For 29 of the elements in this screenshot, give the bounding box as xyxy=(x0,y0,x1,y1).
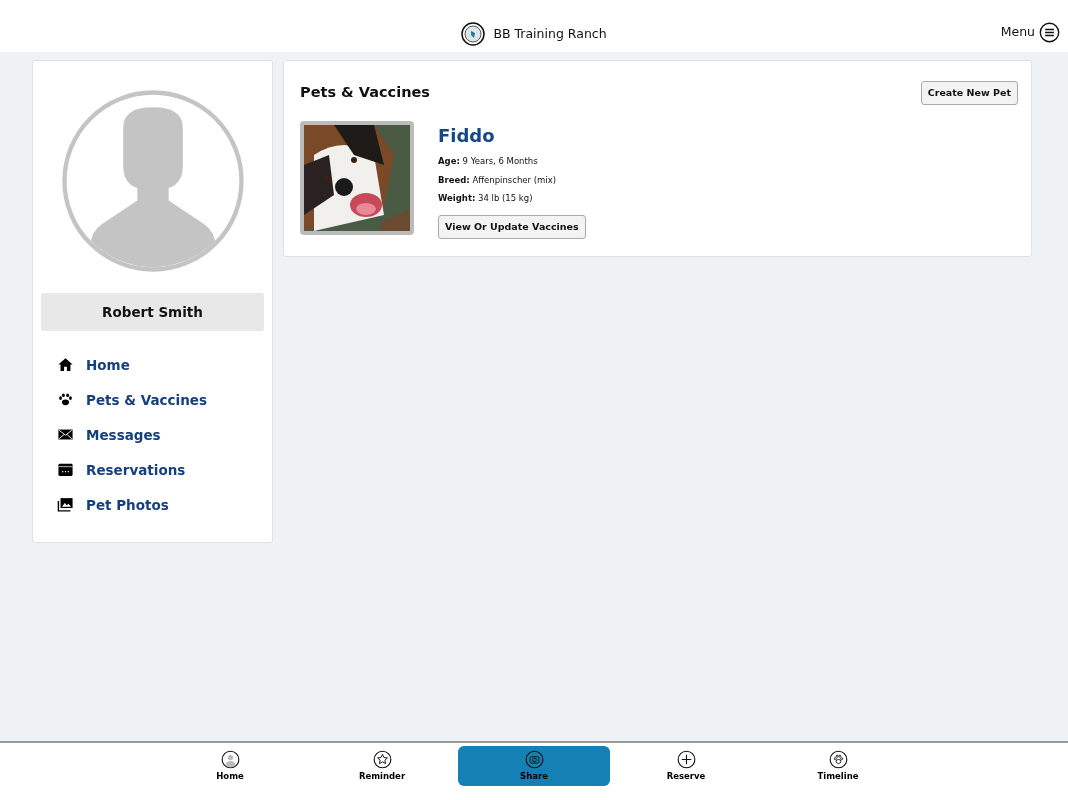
menu-icon xyxy=(1039,22,1060,43)
create-pet-button[interactable]: Create New Pet xyxy=(920,81,1018,106)
logo-icon xyxy=(461,22,486,46)
profile-icon xyxy=(220,749,240,769)
tab-bar-tab[interactable]: Timeline xyxy=(762,746,914,786)
camera-icon xyxy=(524,749,544,769)
profile-name: Robert Smith xyxy=(41,293,264,332)
sidebar-nav-link[interactable]: Messages xyxy=(41,417,264,453)
section-title: Pets & Vaccines xyxy=(300,84,430,102)
photos-icon xyxy=(57,496,74,514)
paw-icon xyxy=(828,749,848,769)
house-icon xyxy=(57,356,74,374)
pet-detail: Weight: 34 lb (15 kg) xyxy=(438,192,534,206)
pet-detail: Age: 9 Years, 6 Months xyxy=(438,154,539,168)
tab-bar-tab[interactable]: Share xyxy=(458,746,610,786)
menu-label[interactable]: Menu xyxy=(1000,23,1035,42)
sidebar-nav-link[interactable]: Home xyxy=(41,347,264,383)
plus-icon xyxy=(676,749,696,769)
tab-bar-tab[interactable]: Reminder xyxy=(306,746,458,786)
sidebar-nav-link[interactable]: Reservations xyxy=(41,452,264,488)
sidebar-nav-link[interactable]: Pets & Vaccines xyxy=(41,382,264,418)
tab-bar-tab[interactable]: Home xyxy=(154,746,306,786)
vaccines-button[interactable]: View Or Update Vaccines xyxy=(438,215,586,240)
calendar-icon xyxy=(57,461,74,479)
tab-bar-tab[interactable]: Reserve xyxy=(610,746,762,786)
site-title: BB Training Ranch xyxy=(493,24,607,43)
pet-name[interactable]: Fiddo xyxy=(438,125,586,147)
pet-detail: Breed: Affenpinscher (mix) xyxy=(438,173,558,187)
sidebar-nav-link[interactable]: Pet Photos xyxy=(41,487,264,523)
